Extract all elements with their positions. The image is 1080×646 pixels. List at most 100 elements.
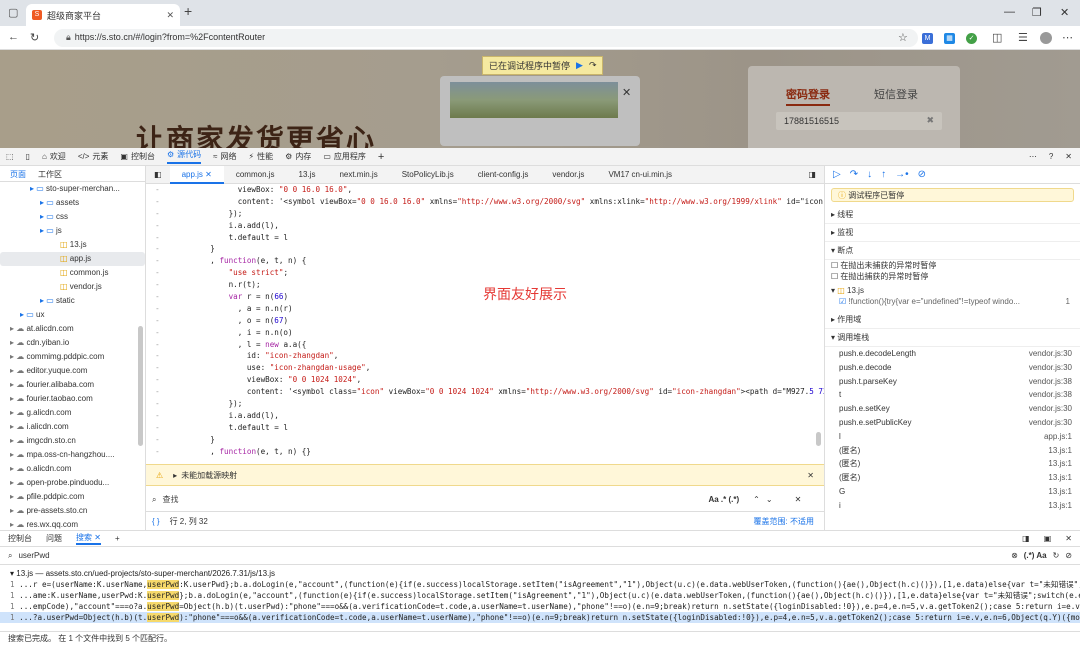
line-number[interactable]: - <box>146 315 186 327</box>
captcha-dialog[interactable]: ✕ <box>440 76 640 146</box>
extensions-puzzle-icon[interactable]: ◫ <box>992 31 1002 44</box>
back-icon[interactable]: ← <box>8 31 19 43</box>
section-scope[interactable]: ▸ 作用域 <box>825 311 1080 329</box>
step-out-icon[interactable]: ↑ <box>881 169 886 180</box>
line-number[interactable]: - <box>146 362 186 374</box>
tree-folder[interactable]: ▸ ▭ assets <box>0 196 145 210</box>
expand-icon[interactable]: ▸ <box>173 471 177 480</box>
section-watch[interactable]: ▸ 监视 <box>825 224 1080 242</box>
tree-folder[interactable]: ▸ ☁ cdn.yiban.io <box>0 336 145 350</box>
line-number[interactable]: - <box>146 196 186 208</box>
cancel-search-icon[interactable]: ⊘ <box>1065 551 1072 560</box>
tab-actions-icon[interactable]: ▢ <box>8 6 18 19</box>
editor-hscroll[interactable] <box>146 456 824 464</box>
pretty-print-icon[interactable]: { } <box>152 517 160 526</box>
device-toolbar-icon[interactable]: ▯ <box>26 152 30 161</box>
devtools-tab-welcome[interactable]: ⌂ 欢迎 <box>42 151 66 162</box>
step-over-icon[interactable]: ↷ <box>850 169 858 180</box>
line-number[interactable]: - <box>146 303 186 315</box>
editor-tab-13-js[interactable]: 13.js <box>287 166 328 184</box>
close-warning-icon[interactable]: ✕ <box>807 471 814 480</box>
section-callstack[interactable]: ▾ 调用堆栈 <box>825 329 1080 347</box>
clear-input-icon[interactable]: ✖ <box>926 115 934 126</box>
call-frame[interactable]: push.t.parseKey vendor.js:38 <box>825 375 1080 389</box>
navigator-scrollbar[interactable] <box>138 326 143 446</box>
find-close-icon[interactable]: ✕ <box>795 495 802 504</box>
step-into-icon[interactable]: ↓ <box>867 169 872 180</box>
line-number[interactable]: - <box>146 243 186 255</box>
find-options[interactable]: Aa .* (.*) <box>708 495 739 504</box>
toggle-debugger-icon[interactable]: ◨ <box>808 170 824 179</box>
line-number[interactable]: - <box>146 327 186 339</box>
browser-tab[interactable]: S 超级商家平台 ✕ <box>26 4 180 26</box>
bp-uncaught-checkbox[interactable]: ☐ 在抛出未捕获的异常时暂停 <box>825 260 1080 271</box>
restore-icon[interactable]: ❐ <box>1032 6 1042 19</box>
line-number[interactable]: - <box>146 398 186 410</box>
call-frame[interactable]: i 13.js:1 <box>825 499 1080 513</box>
help-icon[interactable]: ? <box>1049 152 1053 161</box>
tree-file[interactable]: ◫ common.js <box>0 266 145 280</box>
resume-icon[interactable]: ▷ <box>833 169 841 180</box>
navigator-tab-page[interactable]: 页面 <box>10 169 26 179</box>
search-result-row[interactable]: 1 ...?a.userPwd=Object(h.b)(t.userPwd):"… <box>0 612 1080 623</box>
section-threads[interactable]: ▸ 线程 <box>825 206 1080 224</box>
line-number[interactable]: - <box>146 410 186 422</box>
add-drawer-tab-icon[interactable]: + <box>115 534 120 543</box>
line-number[interactable]: - <box>146 350 186 362</box>
tree-folder[interactable]: ▸ ☁ fourier.taobao.com <box>0 392 145 406</box>
devtools-tab-elements[interactable]: </> 元素 <box>78 151 109 162</box>
line-gutter[interactable]: - - - - - - - - - - - - - - - - - - - - … <box>146 184 186 456</box>
devtools-tab-network[interactable]: ≈ 网络 <box>213 151 236 162</box>
deactivate-breakpoints-icon[interactable]: ⊘ <box>918 169 926 180</box>
editor-scrollbar[interactable] <box>816 432 821 446</box>
call-frame[interactable]: t vendor.js:38 <box>825 388 1080 402</box>
search-result-row[interactable]: 1 ...r e=(userName:K.userName,userPwd:K.… <box>0 579 1080 590</box>
extension-green-icon[interactable]: ✓ <box>966 33 977 44</box>
extension-m-icon[interactable]: M <box>922 33 933 44</box>
tree-folder[interactable]: ▸ ▭ sto-super-merchan... <box>0 182 145 196</box>
devtools-more-icon[interactable]: ⋯ <box>1029 152 1037 161</box>
tree-folder[interactable]: ▸ ☁ editor.yuque.com <box>0 364 145 378</box>
editor-tab-stopolicylib-js[interactable]: StoPolicyLib.js <box>390 166 466 184</box>
tree-folder[interactable]: ▸ ☁ res.wx.qq.com <box>0 518 145 530</box>
url-field[interactable]: 🔒︎ https://s.sto.cn/#/login?from=%2Fconte… <box>54 29 918 47</box>
devtools-tab-performance[interactable]: ⚡ 性能 <box>249 151 274 162</box>
drawer-tab-console[interactable]: 控制台 <box>8 533 32 544</box>
call-frame[interactable]: push.e.decode vendor.js:30 <box>825 361 1080 375</box>
tree-folder[interactable]: ▸ ▭ js <box>0 224 145 238</box>
line-number[interactable]: - <box>146 374 186 386</box>
phone-input[interactable]: 17881516515 ✖ <box>776 112 942 130</box>
line-number[interactable]: - <box>146 339 186 351</box>
editor-tab-common-js[interactable]: common.js <box>224 166 287 184</box>
editor-tab-client-config-js[interactable]: client-config.js <box>466 166 541 184</box>
close-devtools-icon[interactable]: ✕ <box>1065 152 1072 161</box>
bp-entry[interactable]: ☑ !function(){try{var e="undefined"!=typ… <box>825 296 1080 307</box>
toggle-navigator-icon[interactable]: ◧ <box>146 166 170 184</box>
extension-blue-icon[interactable]: ▦ <box>944 33 955 44</box>
tree-folder[interactable]: ▸ ▭ css <box>0 210 145 224</box>
close-tab-icon[interactable]: ✕ <box>166 10 174 21</box>
search-options[interactable]: (.*) Aa <box>1024 551 1047 560</box>
line-number[interactable]: - <box>146 291 186 303</box>
resume-icon[interactable]: ▶︎ <box>576 60 583 71</box>
refresh-search-icon[interactable]: ↻ <box>1053 551 1060 560</box>
close-tab-icon[interactable]: ✕ <box>205 170 212 179</box>
tree-folder[interactable]: ▸ ☁ i.alicdn.com <box>0 420 145 434</box>
line-number[interactable]: - <box>146 446 186 456</box>
tree-folder[interactable]: ▸ ☁ open-probe.pinduodu... <box>0 476 145 490</box>
new-tab-button[interactable]: + <box>184 3 192 19</box>
search-result-row[interactable]: 1 ...ame:K.userName,userPwd:K.userPwd};b… <box>0 590 1080 601</box>
line-number[interactable]: - <box>146 184 186 196</box>
favorite-star-icon[interactable]: ☆ <box>898 31 908 44</box>
more-menu-icon[interactable]: ⋯ <box>1062 31 1073 44</box>
editor-tab-vm17[interactable]: VM17 cn-ui.min.js <box>596 166 684 184</box>
line-number[interactable]: - <box>146 208 186 220</box>
tree-folder[interactable]: ▸ ▭ ux <box>0 308 145 322</box>
tree-folder[interactable]: ▸ ☁ o.alicdn.com <box>0 462 145 476</box>
line-number[interactable]: - <box>146 422 186 434</box>
close-drawer-icon[interactable]: ✕ <box>1065 534 1072 543</box>
undock-icon[interactable]: ▣ <box>1044 534 1052 543</box>
bp-caught-checkbox[interactable]: ☐ 在抛出捕获的异常时暂停 <box>825 271 1080 282</box>
code-editor[interactable]: - - - - - - - - - - - - - - - - - - - - … <box>146 184 824 456</box>
editor-tab-vendor-js[interactable]: vendor.js <box>540 166 596 184</box>
